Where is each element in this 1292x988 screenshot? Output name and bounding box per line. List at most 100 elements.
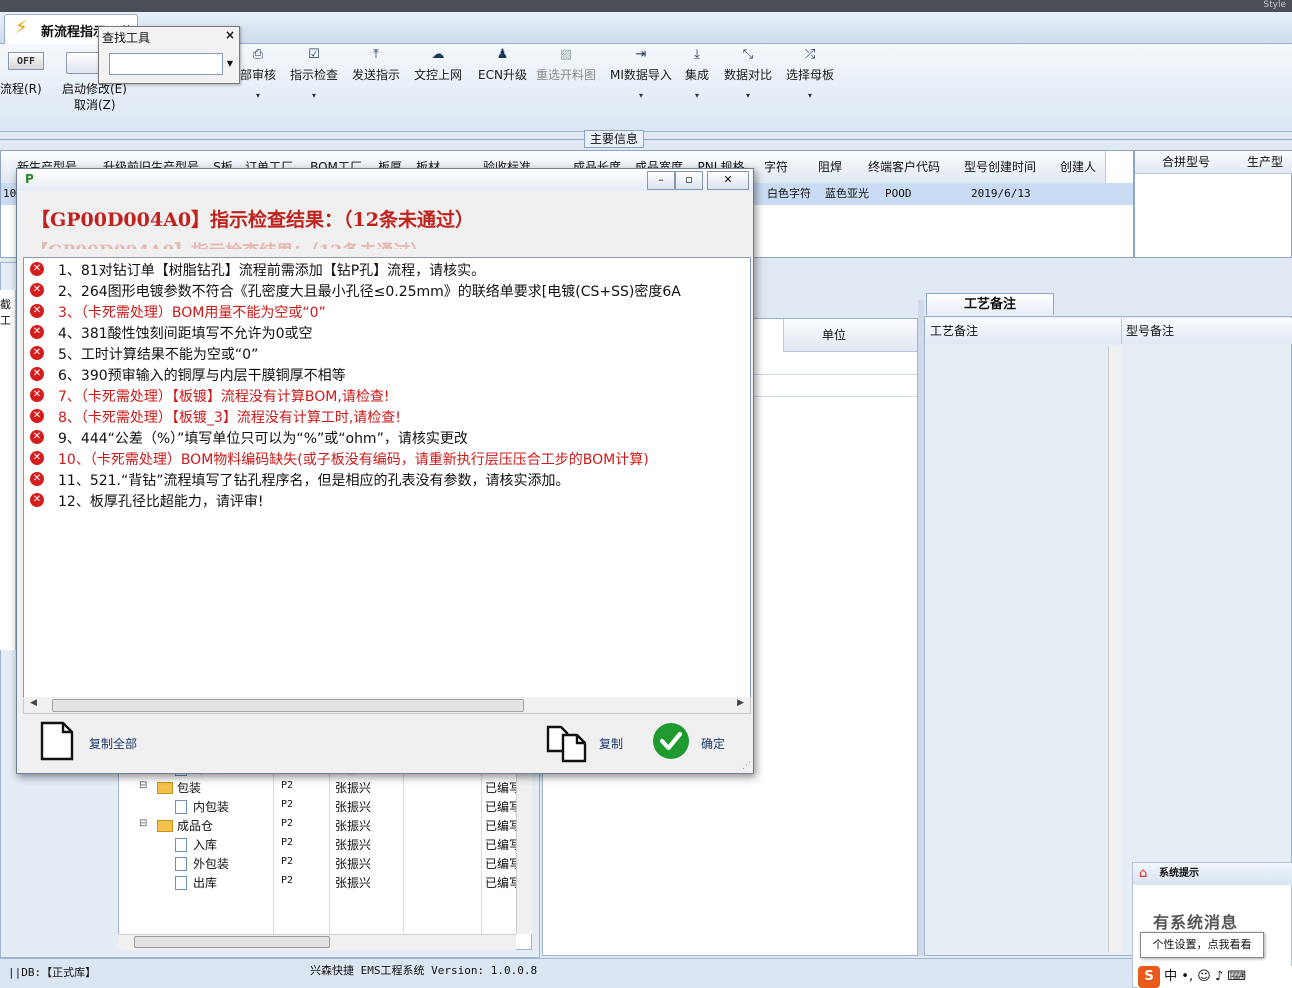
copy-all-button[interactable]: 复制全部 [89,735,137,752]
folder-icon [157,820,173,832]
check-result-item[interactable]: ✕ 5、工时计算结果不能为空或“0” [24,343,750,364]
off-toggle[interactable]: OFF [8,52,44,70]
ribbon-button-2[interactable]: ⤒ 发送指示 [352,44,400,83]
ribbon-button-label: 文控上网 [414,68,463,82]
copy-icon[interactable] [545,721,589,763]
file-icon [175,800,187,814]
enable-edit-icon[interactable] [66,52,100,74]
check-result-item[interactable]: ✕ 11、521.“背钻”流程填写了钻孔程序名，但是相应的孔表没有参数，请核实添加… [24,469,750,490]
ime-mic-icon[interactable]: ♪ [1215,969,1223,984]
error-icon: ✕ [30,409,44,423]
ime-toolbar[interactable]: S 中 •, ☺ ♪ ⌨ [1138,966,1292,988]
grid-column-header[interactable]: 阻焊 [801,151,860,184]
unit-column-header: 单位 [783,319,885,352]
copy-button[interactable]: 复制 [599,735,623,752]
ime-keyboard-icon[interactable]: ⌨ [1227,969,1246,984]
check-result-list[interactable]: ✕ 1、81对钻订单【树脂钻孔】流程前需添加【钻P孔】流程，请核实。 ✕ 2、264图… [23,257,751,699]
error-icon: ✕ [30,346,44,360]
tree-row[interactable]: 出库 P2 张振兴 已编写 [119,873,531,892]
tree-row[interactable]: ⊟ 成品仓 P2 张振兴 已编写 [119,816,531,835]
dialog-titlebar[interactable]: P – ▫ ✕ [17,169,753,191]
maximize-icon[interactable]: ▫ [675,171,703,190]
check-result-item[interactable]: ✕ 4、381酸性蚀刻间距填写不允许为0或空 [24,322,750,343]
users-icon: ♟ [496,47,509,62]
error-icon: ✕ [30,262,44,276]
dropdown-arrow-icon[interactable]: ▾ [724,91,772,100]
close-icon[interactable]: ✕ [707,171,749,190]
find-tool-close-icon[interactable]: × [225,28,235,42]
check-result-item[interactable]: ✕ 2、264图形电镀参数不符合《孔密度大且最小孔径≤0.25mm》的联络单要求[… [24,280,750,301]
main-info-tab[interactable]: 主要信息 [584,130,644,148]
check-result-item[interactable]: ✕ 7、（卡死需处理）【板镀】流程没有计算BOM,请检查! [24,385,750,406]
minimize-icon[interactable]: – [647,171,675,190]
collapse-icon[interactable]: ⊟ [139,818,147,829]
check-result-text: 8、（卡死需处理）【板镀_3】流程没有计算工时,请检查! [58,410,401,426]
ribbon-button-0[interactable]: ⎙ 部审核 ▾ [240,44,276,100]
ribbon-button-3[interactable]: ☁ 文控上网 [414,44,462,83]
scroll-left-icon[interactable]: ◀ [30,698,37,708]
flow-menu-button[interactable]: 流程(R) [0,80,42,97]
tree-row[interactable]: 入库 P2 张振兴 已编写 [119,835,531,854]
left-side-tab[interactable]: 截工 [0,290,16,650]
ime-emoji-icon[interactable]: ☺ [1197,969,1211,984]
check-result-text: 9、444“公差（%）”填写单位只可以为“%”或“ohm”，请核实更改 [58,431,468,447]
cell-mask: 蓝色亚光 [825,187,869,200]
grid-column-header[interactable]: 创建人 [1051,151,1106,184]
dropdown-arrow-icon[interactable]: ▾ [290,91,338,100]
check-result-item[interactable]: ✕ 10、（卡死需处理）BOM物料编码缺失(或子板没有编码，请重新执行层压压合工步… [24,448,750,469]
confirm-check-icon[interactable] [653,723,689,759]
ribbon-button-5[interactable]: ▨ 重选开料图 [536,44,596,83]
system-tip-message[interactable]: 有系统消息 [1153,909,1238,933]
ribbon-button-label: 部审核 [240,68,277,82]
grid-column-header[interactable]: 型号创建时间 [949,151,1052,184]
document-icon[interactable] [39,721,75,761]
resize-grip-icon[interactable]: ⋰ [742,761,751,771]
cell-char: 白色字符 [767,187,811,200]
grid-column-header[interactable]: 终端客户代码 [859,151,950,184]
list-scroll-thumb[interactable] [52,699,524,712]
cell-created: 2019/6/13 [971,187,1031,200]
folder-icon [157,782,173,794]
grid-column-header[interactable]: 字符 [751,151,802,184]
ribbon-button-label: 发送指示 [352,68,401,82]
ribbon-button-9[interactable]: ⤮ 选择母板 ▾ [786,44,834,100]
check-result-item[interactable]: ✕ 12、板厚孔径比超能力，请评审! [24,490,750,511]
check-result-item[interactable]: ✕ 8、（卡死需处理）【板镀_3】流程没有计算工时,请检查! [24,406,750,427]
cancel-edit-button[interactable]: 取消(Z) [74,96,116,113]
settings-tooltip: 个性设置，点我看看 [1140,932,1264,958]
ribbon-button-label: ECN升级 [478,68,527,82]
ribbon-button-4[interactable]: ♟ ECN升级 [478,44,527,83]
list-horizontal-scrollbar[interactable]: ◀ ▶ [23,697,751,714]
tree-node-person: 张振兴 [335,857,372,871]
collapse-icon[interactable]: ⊟ [139,780,147,791]
tree-row[interactable]: 内包装 P2 张振兴 已编写 [119,797,531,816]
check-result-item[interactable]: ✕ 3、（卡死需处理）BOM用量不能为空或“0” [24,301,750,322]
scroll-right-icon[interactable]: ▶ [737,698,744,708]
process-notes-scrollbar[interactable] [1108,346,1122,952]
tab-process-notes[interactable]: 工艺备注 [926,293,1054,315]
check-result-item[interactable]: ✕ 6、390预审输入的铜厚与内层干膜铜厚不相等 [24,364,750,385]
download-icon: ⤓ [694,47,700,62]
dropdown-arrow-icon[interactable]: ▾ [786,91,834,100]
tree-vertical-scrollbar[interactable] [516,764,532,934]
error-icon: ✕ [30,283,44,297]
ribbon-button-8[interactable]: ⤡ 数据对比 ▾ [724,44,772,100]
dropdown-arrow-icon[interactable]: ▾ [610,91,672,100]
ribbon-button-1[interactable]: ☑ 指示检查 ▾ [290,44,338,100]
tree-row[interactable]: 外包装 P2 张振兴 已编写 [119,854,531,873]
ime-punct-icon[interactable]: •, [1181,969,1193,984]
check-result-item[interactable]: ✕ 9、444“公差（%）”填写单位只可以为“%”或“ohm”，请核实更改 [24,427,750,448]
find-input[interactable] [109,53,223,75]
tree-scroll-thumb[interactable] [134,936,330,948]
file-icon [175,838,187,852]
dropdown-arrow-icon[interactable]: ▾ [240,91,276,100]
ribbon-button-6[interactable]: ⇥ MI数据导入 ▾ [610,44,672,100]
ok-button[interactable]: 确定 [701,735,725,752]
find-dropdown-icon[interactable]: ▼ [227,59,233,68]
ime-mode[interactable]: 中 [1164,969,1177,984]
check-result-item[interactable]: ✕ 1、81对钻订单【树脂钻孔】流程前需添加【钻P孔】流程，请核实。 [24,259,750,280]
tree-row[interactable]: ⊟ 包装 P2 张振兴 已编写 [119,778,531,797]
dropdown-arrow-icon[interactable]: ▾ [685,91,709,100]
ribbon-button-7[interactable]: ⤓ 集成 ▾ [685,44,709,100]
error-icon: ✕ [30,430,44,444]
